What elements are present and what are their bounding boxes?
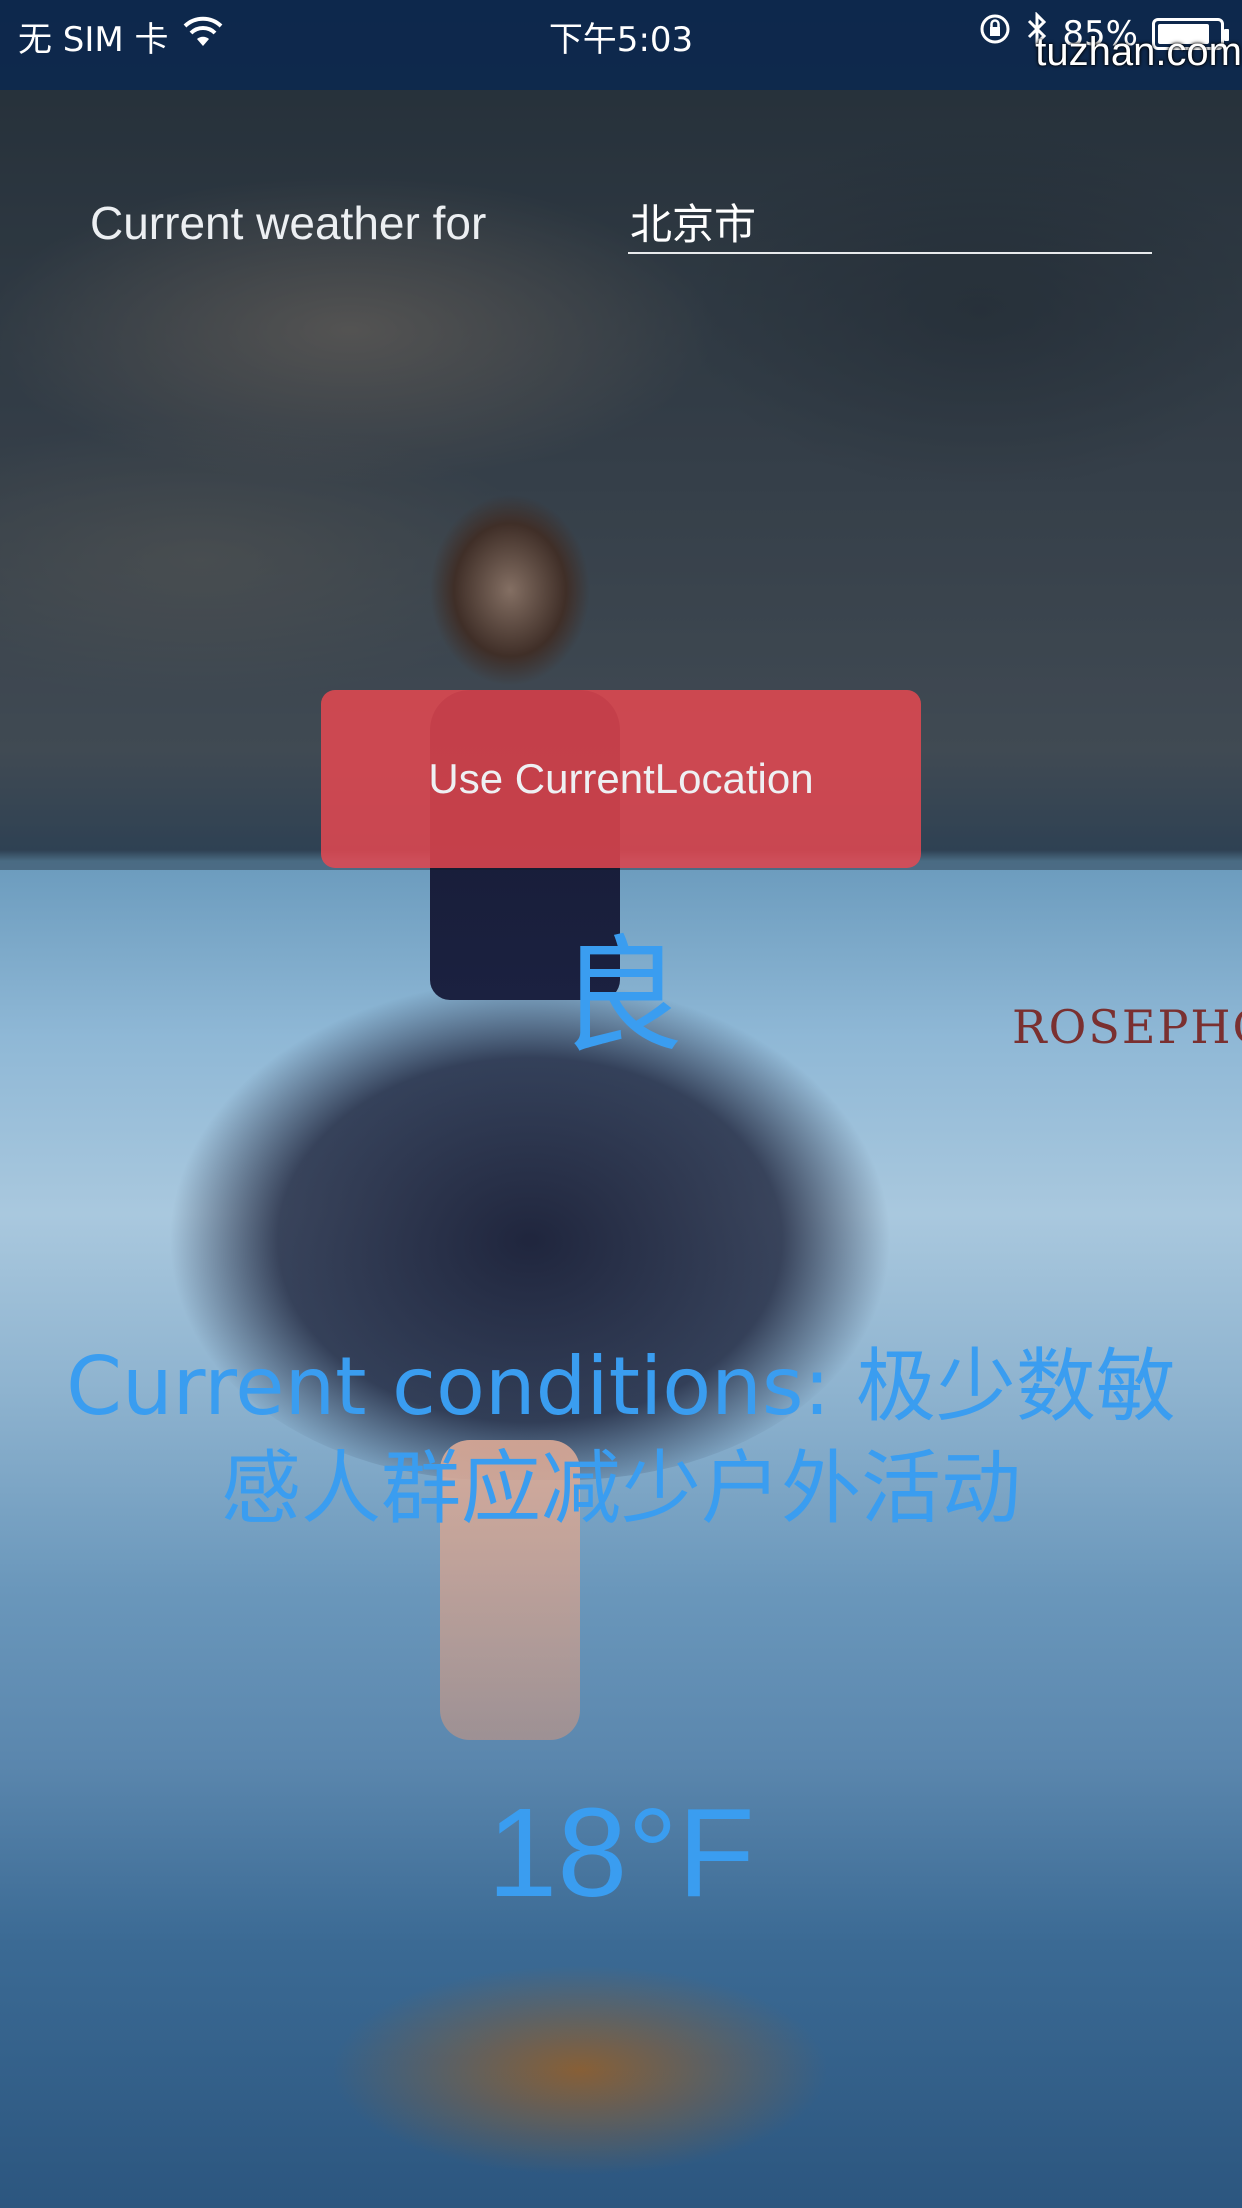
temperature-text: 18°F [487, 1782, 755, 1923]
current-conditions-text: Current conditions: 极少数敏感人群应减少户外活动 [66, 1340, 1176, 1535]
app-screen: ROSEPHO 无 SIM 卡 下午5:03 [0, 0, 1242, 2208]
orientation-lock-icon [978, 12, 1012, 55]
photo-reflection [230, 1920, 930, 2208]
use-current-location-button[interactable]: Use CurrentLocation [321, 690, 921, 868]
corner-watermark: tuzhan.com [1035, 30, 1242, 74]
aqi-level-text: 良 [558, 923, 684, 1070]
city-input[interactable] [628, 190, 1152, 254]
weather-for-label: Current weather for [90, 197, 487, 249]
